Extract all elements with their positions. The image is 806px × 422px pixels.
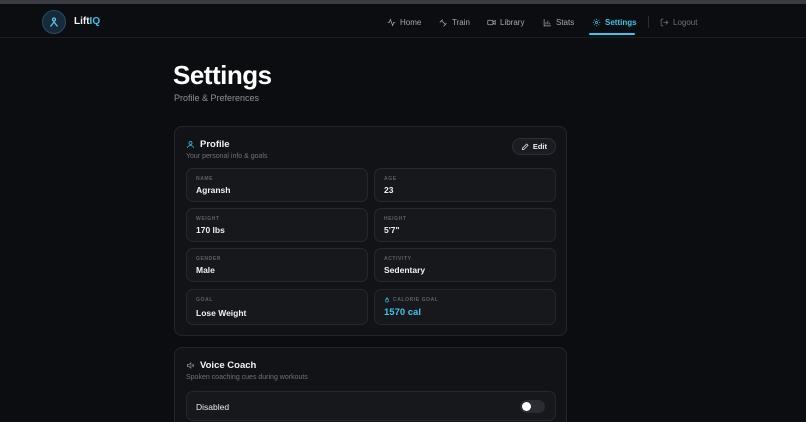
field-goal-label: GOAL	[196, 297, 213, 303]
logout-button[interactable]: Logout	[660, 15, 697, 29]
field-gender: GENDER Male	[186, 248, 368, 282]
field-height: HEIGHT 5'7"	[374, 208, 556, 242]
app-name-prefix: Lift	[74, 16, 90, 27]
field-calorie-goal-value: 1570 cal	[384, 307, 421, 318]
nav-library-label: Library	[500, 17, 525, 27]
nav-home-label: Home	[400, 17, 422, 27]
field-activity-value: Sedentary	[384, 265, 426, 275]
nav-stats-label: Stats	[556, 17, 575, 27]
field-height-value: 5'7"	[384, 225, 400, 235]
pencil-icon	[521, 142, 529, 150]
field-weight: WEIGHT 170 lbs	[186, 208, 368, 242]
voice-coach-card: Voice Coach Spoken coaching cues during …	[174, 347, 567, 422]
nav-train[interactable]: Train	[439, 15, 470, 29]
logout-icon	[660, 18, 669, 26]
logout-label: Logout	[673, 17, 698, 27]
field-calorie-goal: CALORIE GOAL 1570 cal	[374, 289, 556, 325]
field-name: NAME Agransh	[186, 168, 368, 202]
user-icon	[187, 141, 194, 148]
speaker-icon	[187, 362, 195, 369]
field-age-value: 23	[384, 185, 394, 195]
profile-card-title: Profile	[186, 139, 230, 150]
field-name-value: Agransh	[196, 185, 231, 195]
video-icon	[487, 19, 496, 25]
flame-icon	[385, 297, 389, 303]
voice-description: Spoken coaching cues during workouts	[186, 374, 308, 381]
field-goal: GOAL Lose Weight	[186, 289, 368, 325]
page-title: Settings	[173, 60, 272, 90]
field-calorie-goal-label-row: CALORIE GOAL	[384, 297, 439, 303]
field-weight-label: WEIGHT	[196, 216, 220, 222]
edit-profile-button[interactable]: Edit	[511, 138, 556, 155]
field-activity-label: ACTIVITY	[384, 256, 412, 262]
voice-card-title: Voice Coach	[186, 360, 256, 371]
profile-card: Profile Your personal info & goals Edit …	[174, 126, 567, 336]
nav-settings[interactable]: Settings	[592, 15, 637, 29]
app-name-accent: IQ	[89, 16, 101, 27]
bar-chart-icon	[543, 18, 551, 26]
field-gender-label: GENDER	[196, 256, 221, 262]
field-height-label: HEIGHT	[384, 216, 407, 222]
field-age: AGE 23	[374, 168, 556, 202]
voice-toggle-row: Disabled	[186, 391, 556, 421]
field-gender-value: Male	[196, 265, 215, 275]
profile-description: Your personal info & goals	[186, 153, 268, 160]
dumbbell-icon	[439, 18, 447, 27]
gear-icon	[592, 18, 601, 26]
field-activity: ACTIVITY Sedentary	[374, 248, 556, 282]
nav-library[interactable]: Library	[487, 15, 524, 29]
top-navbar: LiftIQ Home Train Library Stats Settings…	[0, 4, 806, 38]
logo-badge-icon[interactable]	[42, 10, 66, 34]
voice-toggle-label: Disabled	[196, 402, 230, 412]
toggle-knob	[522, 402, 531, 411]
field-weight-value: 170 lbs	[196, 225, 225, 235]
field-age-label: AGE	[384, 176, 397, 182]
active-tab-indicator	[589, 33, 635, 35]
nav-home[interactable]: Home	[387, 15, 421, 29]
voice-title-text: Voice Coach	[200, 360, 257, 371]
nav-stats[interactable]: Stats	[543, 15, 574, 29]
app-logo-text[interactable]: LiftIQ	[74, 16, 100, 27]
field-name-label: NAME	[196, 176, 214, 182]
activity-icon	[387, 17, 396, 27]
profile-title-text: Profile	[200, 139, 230, 150]
nav-train-label: Train	[452, 17, 470, 27]
field-calorie-goal-label: CALORIE GOAL	[393, 297, 439, 303]
page-subtitle: Profile & Preferences	[174, 93, 260, 103]
edit-label: Edit	[532, 142, 547, 151]
nav-settings-label: Settings	[605, 17, 637, 27]
voice-coach-toggle[interactable]	[520, 400, 545, 413]
field-goal-value: Lose Weight	[196, 308, 247, 318]
nav-divider	[648, 16, 649, 28]
